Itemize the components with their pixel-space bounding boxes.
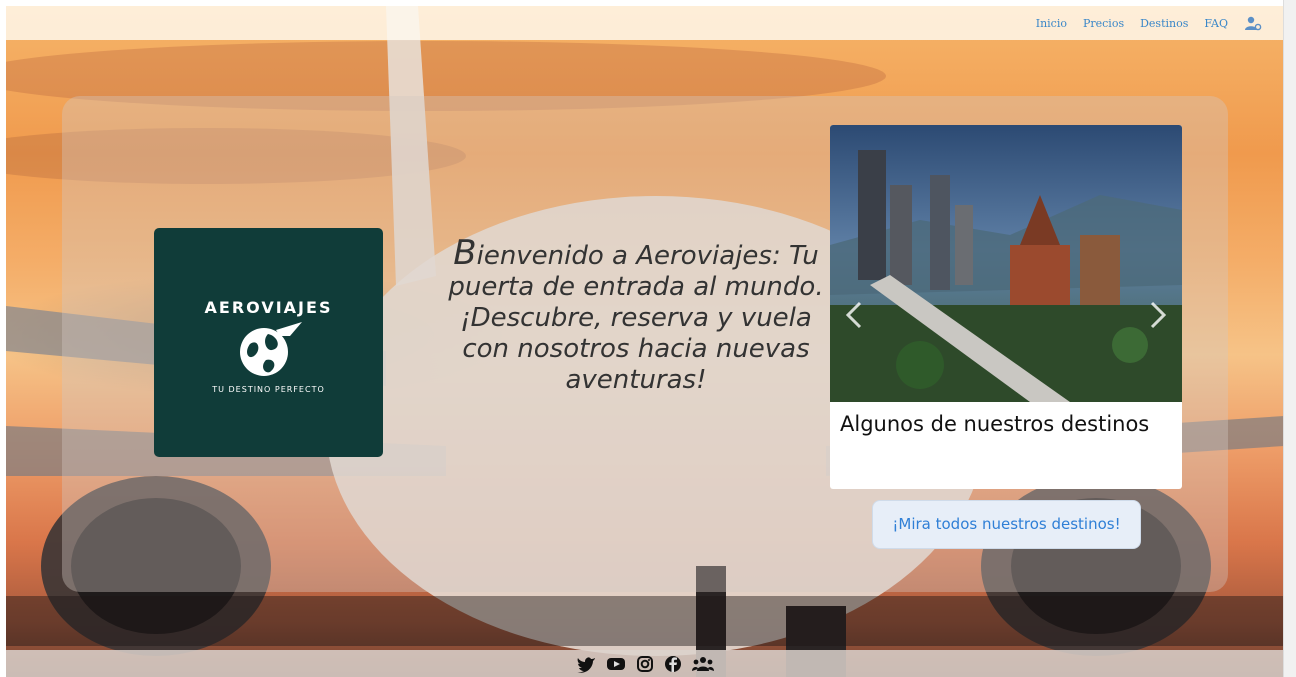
brand-logo: AEROVIAJES TU DESTINO PERFECTO	[154, 228, 383, 457]
page-scrollbar[interactable]	[1283, 0, 1296, 677]
see-all-destinations-button[interactable]: ¡Mira todos nuestros destinos!	[872, 500, 1141, 549]
welcome-initial: B	[453, 233, 477, 273]
youtube-icon[interactable]	[606, 656, 626, 672]
destinations-card[interactable]: Algunos de nuestros destinos	[830, 125, 1182, 489]
globe-plane-icon	[240, 322, 302, 376]
nav-link-destinos[interactable]: Destinos	[1140, 17, 1188, 30]
nav-link-inicio[interactable]: Inicio	[1036, 17, 1067, 30]
social-footer	[6, 650, 1284, 677]
logo-tagline: TU DESTINO PERFECTO	[212, 385, 325, 394]
destination-photo	[830, 125, 1182, 402]
page-background: Inicio Precios Destinos FAQ AEROVIAJES T…	[6, 6, 1284, 677]
destinations-title: Algunos de nuestros destinos	[840, 412, 1150, 436]
instagram-icon[interactable]	[636, 655, 654, 673]
twitter-icon[interactable]	[576, 655, 596, 673]
nav-link-precios[interactable]: Precios	[1083, 17, 1124, 30]
facebook-icon[interactable]	[664, 655, 682, 673]
nav-link-faq[interactable]: FAQ	[1204, 17, 1228, 30]
logo-brand-text: AEROVIAJES	[204, 298, 333, 317]
user-settings-icon[interactable]	[1244, 15, 1262, 31]
welcome-message: Bienvenido a Aeroviajes: Tu puerta de en…	[446, 236, 826, 396]
top-navigation: Inicio Precios Destinos FAQ	[6, 6, 1284, 40]
community-icon[interactable]	[692, 655, 714, 673]
welcome-text: ienvenido a Aeroviajes: Tu puerta de ent…	[448, 241, 824, 395]
